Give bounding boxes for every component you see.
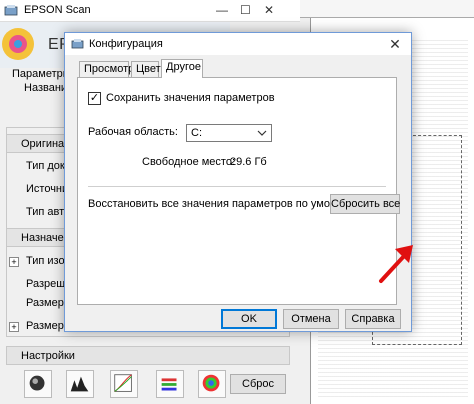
work-area-select[interactable]: C:: [186, 124, 272, 142]
epson-window-title: EPSON Scan: [24, 4, 91, 16]
unsharp-mask-icon[interactable]: [24, 370, 52, 398]
chevron-down-icon: [257, 130, 267, 136]
tab-other[interactable]: Другое: [161, 59, 203, 78]
tab-color[interactable]: Цвет: [131, 61, 161, 77]
save-settings-checkbox[interactable]: ✓: [88, 92, 101, 105]
help-button[interactable]: Справка: [345, 309, 401, 329]
preview-toolbar: [300, 0, 474, 18]
ok-button[interactable]: OK: [221, 309, 277, 329]
expand-image-type-icon[interactable]: +: [9, 257, 19, 267]
close-icon[interactable]: ✕: [264, 3, 274, 17]
work-area-label: Рабочая область:: [88, 126, 178, 138]
save-settings-label[interactable]: Сохранить значения параметров: [106, 92, 275, 104]
reset-all-button[interactable]: Сбросить все: [330, 194, 400, 214]
free-space-label: Свободное место:: [142, 156, 236, 168]
params-label: Параметры: [12, 68, 71, 80]
settings-section-label: Настройки: [21, 350, 75, 362]
dialog-titlebar: Конфигурация ✕: [65, 33, 411, 55]
reset-button[interactable]: Сброс: [230, 374, 286, 394]
color-palette-icon[interactable]: [198, 370, 226, 398]
expand-target-size-icon[interactable]: +: [9, 322, 19, 332]
histogram-icon[interactable]: [66, 370, 94, 398]
dialog-close-icon[interactable]: ✕: [379, 33, 411, 55]
minimize-icon[interactable]: —: [216, 3, 228, 17]
work-area-value: C:: [191, 127, 202, 139]
tone-curve-icon[interactable]: [110, 370, 138, 398]
restore-defaults-text: Восстановить все значения параметров по …: [88, 198, 372, 210]
tab-panel-other: ✓ Сохранить значения параметров Рабочая …: [77, 77, 400, 305]
dialog-title: Конфигурация: [89, 38, 163, 50]
epson-logo-icon: [2, 28, 34, 60]
free-space-value: 29.6 Гб: [230, 156, 267, 168]
epson-titlebar: EPSON Scan — ☐ ✕: [0, 0, 300, 22]
dialog-app-icon: [71, 39, 84, 49]
cancel-button[interactable]: Отмена: [283, 309, 339, 329]
maximize-icon[interactable]: ☐: [240, 3, 251, 17]
tab-preview[interactable]: Просмотр: [79, 61, 134, 77]
red-arrow-annotation: [379, 245, 413, 283]
configuration-dialog: Конфигурация ✕ Просмотр Цвет Другое ✓ Со…: [64, 32, 413, 332]
settings-section: Настройки: [6, 346, 290, 365]
color-balance-icon[interactable]: [156, 370, 184, 398]
epson-app-icon: [4, 5, 18, 16]
divider: [88, 186, 386, 187]
